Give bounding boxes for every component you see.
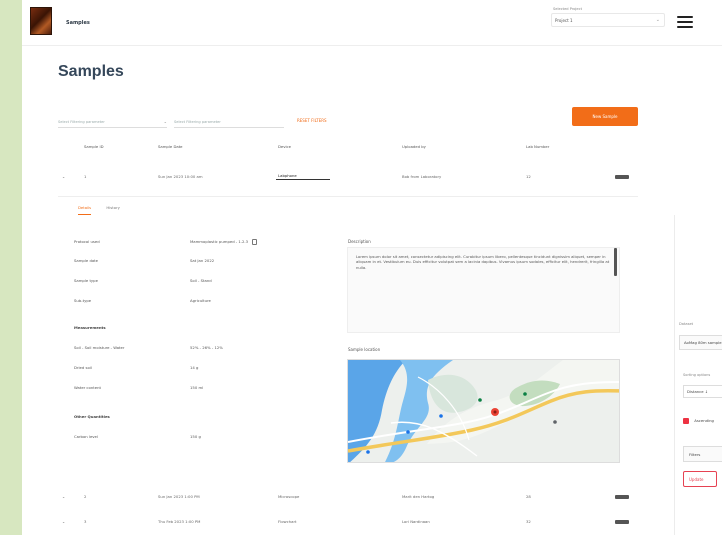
quantity-label: Carbon level bbox=[74, 434, 98, 439]
uploaded-by: Marit den Hartog bbox=[402, 494, 435, 499]
checkbox-checked-icon bbox=[683, 418, 689, 424]
description-text: Lorem ipsum dolor sit amet, consectetur … bbox=[356, 254, 610, 270]
measurement-label: Dried soil bbox=[74, 365, 92, 370]
column-device[interactable]: Device bbox=[278, 144, 291, 149]
status-filter-placeholder: Select Filtering parameter bbox=[58, 120, 105, 124]
table-row[interactable]: ⌄ 3 Thu Feb 2023 1:00 PM Flowchart Lori … bbox=[58, 516, 638, 530]
sample-date: Sun Jan 2023 10:00 am bbox=[158, 174, 203, 179]
settings-drawer: Dataset AoMag 80m sample Sorting options… bbox=[674, 215, 722, 535]
field-value: Soil - Stand bbox=[190, 278, 212, 283]
column-sample-id[interactable]: Sample ID bbox=[84, 144, 104, 149]
tab-details[interactable]: Details bbox=[78, 205, 92, 215]
sample-detail-panel: Details History Protocol used Mammoplast… bbox=[58, 196, 638, 467]
sorting-label: Sorting options bbox=[683, 373, 711, 377]
sorting-select[interactable]: Distance ↓ bbox=[683, 385, 722, 398]
field-label: Sub-type bbox=[74, 298, 92, 303]
ascending-checkbox[interactable]: Ascending bbox=[683, 418, 714, 424]
hamburger-line bbox=[677, 26, 693, 28]
project-select-value: Project 1 bbox=[555, 18, 573, 23]
field-label: Protocol used bbox=[74, 239, 100, 244]
measurement-value: 150 ml bbox=[190, 385, 204, 390]
measurement-value: 52% - 26% - 12% bbox=[190, 345, 223, 350]
row-menu-icon[interactable] bbox=[615, 520, 629, 524]
device: Microscope bbox=[278, 494, 300, 499]
value-filter[interactable]: Select Filtering parameter bbox=[174, 118, 284, 128]
value-filter-placeholder: Select Filtering parameter bbox=[174, 120, 221, 124]
filters-field[interactable]: Filters bbox=[683, 446, 722, 462]
status-filter[interactable]: Select Filtering parameter ⌄ bbox=[58, 118, 167, 128]
app-title: Samples bbox=[66, 20, 90, 26]
ascending-label: Ascending bbox=[694, 418, 714, 423]
location-heading: Sample location bbox=[348, 347, 381, 352]
expand-icon[interactable]: ⌄ bbox=[62, 519, 65, 524]
new-sample-button[interactable]: New Sample bbox=[572, 107, 638, 126]
field-value: Agriculture bbox=[190, 298, 211, 303]
field-value: Sat Jan 2022 bbox=[190, 258, 215, 263]
lab-number: 28 bbox=[526, 494, 531, 499]
device-field[interactable]: Labphone bbox=[276, 170, 330, 180]
table-row[interactable]: ⌄ 2 Sun Jan 2023 1:00 PM Microscope Mari… bbox=[58, 491, 638, 505]
hamburger-menu-icon[interactable] bbox=[677, 16, 693, 28]
sample-date: Thu Feb 2023 1:00 PM bbox=[158, 519, 201, 524]
detail-tabs: Details History bbox=[78, 205, 134, 215]
reset-filters-button[interactable]: RESET FILTERS bbox=[297, 118, 327, 123]
app-page: Samples Selected Project Project 1 ⌄ Sam… bbox=[22, 0, 722, 535]
table-header: Sample ID Sample Date Device Uploaded by… bbox=[58, 141, 638, 153]
page-title: Samples bbox=[58, 63, 124, 80]
protocol-value: Mammoplastic pumped - 1.2.3 bbox=[190, 239, 258, 245]
row-menu-icon[interactable] bbox=[615, 175, 629, 179]
field-label: Sample date bbox=[74, 258, 99, 263]
scrollbar[interactable] bbox=[614, 248, 617, 276]
column-uploaded-by[interactable]: Uploaded by bbox=[402, 144, 426, 149]
hamburger-line bbox=[677, 16, 693, 18]
project-select[interactable]: Project 1 ⌄ bbox=[551, 13, 665, 27]
project-label: Selected Project bbox=[553, 7, 583, 11]
device: Flowchart bbox=[278, 519, 297, 524]
sample-location-map[interactable] bbox=[347, 359, 620, 463]
lab-number: 32 bbox=[526, 519, 531, 524]
expand-icon[interactable]: ⌄ bbox=[62, 174, 65, 179]
other-quantities-heading: Other Quantities bbox=[74, 414, 110, 419]
uploaded-by: Lori Nardinaan bbox=[402, 519, 430, 524]
column-sample-date[interactable]: Sample Date bbox=[158, 144, 183, 149]
description-text-area[interactable]: Lorem ipsum dolor sit amet, consectetur … bbox=[347, 247, 620, 333]
tab-history[interactable]: History bbox=[106, 205, 120, 214]
dataset-field[interactable]: AoMag 80m sample bbox=[679, 335, 722, 350]
lab-number: 12 bbox=[526, 174, 531, 179]
description-heading: Description bbox=[348, 239, 371, 244]
sample-id: 2 bbox=[84, 494, 87, 499]
hamburger-line bbox=[677, 21, 693, 23]
measurement-label: Soil - Soil moisture - Water bbox=[74, 345, 125, 350]
expand-icon[interactable]: ⌄ bbox=[62, 494, 65, 499]
measurement-label: Water content bbox=[74, 385, 101, 390]
update-button[interactable]: Update bbox=[683, 471, 717, 487]
copy-icon[interactable] bbox=[252, 239, 258, 245]
uploaded-by: Bob from Laboratory bbox=[402, 174, 442, 179]
measurements-heading: Measurements bbox=[74, 325, 106, 330]
chevron-down-icon: ⌄ bbox=[163, 119, 167, 124]
quantity-value: 150 g bbox=[190, 434, 201, 439]
chevron-down-icon: ⌄ bbox=[655, 17, 660, 23]
row-menu-icon[interactable] bbox=[615, 495, 629, 499]
column-lab-number[interactable]: Lab Number bbox=[526, 144, 549, 149]
measurement-value: 14 g bbox=[190, 365, 199, 370]
dataset-label: Dataset bbox=[679, 322, 694, 326]
map-graphic bbox=[348, 360, 619, 462]
sample-date: Sun Jan 2023 1:00 PM bbox=[158, 494, 200, 499]
top-navigation: Samples Selected Project Project 1 ⌄ bbox=[22, 0, 722, 46]
sample-id: 1 bbox=[84, 174, 87, 179]
table-row[interactable]: ⌄ 1 Sun Jan 2023 10:00 am Labphone Bob f… bbox=[58, 170, 638, 185]
protocol-text: Mammoplastic pumped - 1.2.3 bbox=[190, 239, 249, 244]
app-logo bbox=[30, 7, 52, 35]
field-label: Sample type bbox=[74, 278, 98, 283]
sample-id: 3 bbox=[84, 519, 87, 524]
